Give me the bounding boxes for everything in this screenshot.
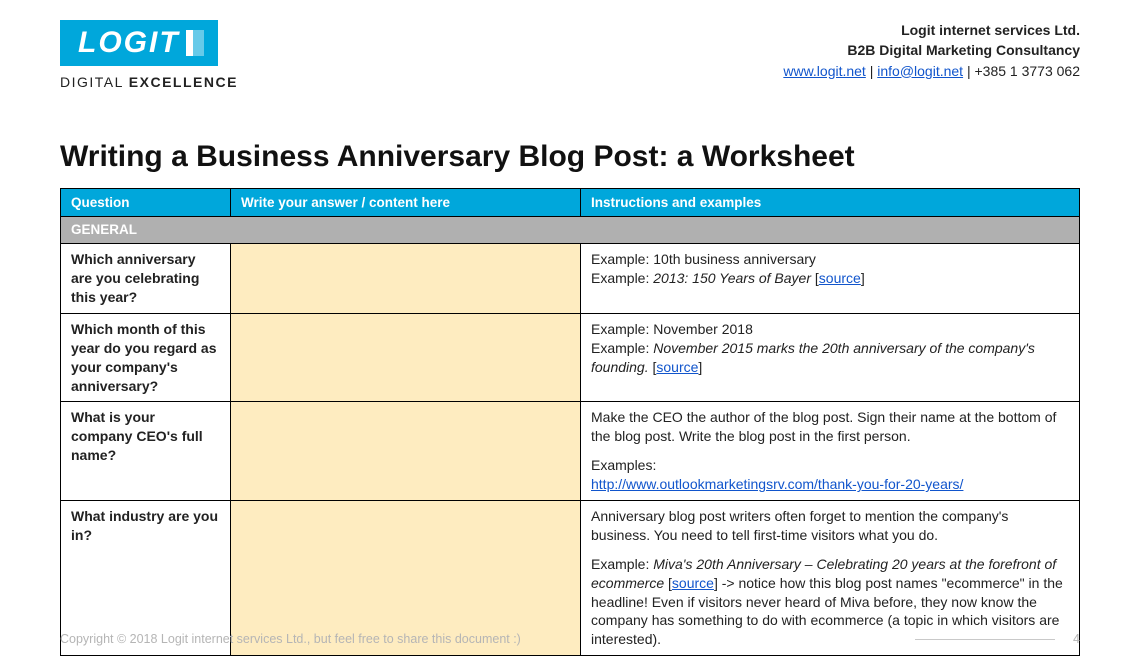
section-row-general: GENERAL [61,217,1080,244]
page-title: Writing a Business Anniversary Blog Post… [60,140,1080,174]
section-label: GENERAL [61,217,1080,244]
source-link[interactable]: source [672,575,714,591]
company-site-link[interactable]: www.logit.net [783,63,865,79]
instruction-line: Example: 2013: 150 Years of Bayer [sourc… [591,269,1069,288]
instructions-cell: Example: 10th business anniversary Examp… [581,244,1080,314]
company-email-link[interactable]: info@logit.net [877,63,963,79]
answer-cell[interactable] [231,244,581,314]
instruction-line: Make the CEO the author of the blog post… [591,408,1069,446]
col-header-answer: Write your answer / content here [231,189,581,217]
table-header-row: Question Write your answer / content her… [61,189,1080,217]
col-header-question: Question [61,189,231,217]
instructions-cell: Make the CEO the author of the blog post… [581,402,1080,501]
footer: Copyright © 2018 Logit internet services… [60,632,1080,646]
company-desc: B2B Digital Marketing Consultancy [783,40,1080,60]
instruction-line: http://www.outlookmarketingsrv.com/thank… [591,475,1069,494]
document-page: LOGIT DIGITAL EXCELLENCE Logit internet … [0,0,1140,664]
col-header-instructions: Instructions and examples [581,189,1080,217]
spacer [591,446,1069,456]
logo-tagline: DIGITAL EXCELLENCE [60,74,238,90]
company-info: Logit internet services Ltd. B2B Digital… [783,20,1080,81]
copyright-text: Copyright © 2018 Logit internet services… [60,632,521,646]
logo: LOGIT [60,20,218,66]
company-phone: +385 1 3773 062 [975,63,1081,79]
logo-block: LOGIT DIGITAL EXCELLENCE [60,20,238,90]
question-cell: Which anniversary are you celebrating th… [61,244,231,314]
question-cell: What is your company CEO's full name? [61,402,231,501]
logo-bar-icon [186,30,204,56]
tagline-bold: EXCELLENCE [129,74,238,90]
tagline-thin: DIGITAL [60,74,129,90]
instruction-line: Anniversary blog post writers often forg… [591,507,1069,545]
logo-word: LOGIT [78,26,180,60]
instructions-cell: Example: November 2018 Example: November… [581,313,1080,402]
table-row: What is your company CEO's full name? Ma… [61,402,1080,501]
worksheet-table: Question Write your answer / content her… [60,188,1080,656]
examples-label: Examples: [591,456,1069,475]
answer-cell[interactable] [231,402,581,501]
example-link[interactable]: http://www.outlookmarketingsrv.com/thank… [591,476,963,492]
table-row: Which month of this year do you regard a… [61,313,1080,402]
footer-rule [915,639,1055,640]
company-name: Logit internet services Ltd. [783,20,1080,40]
header: LOGIT DIGITAL EXCELLENCE Logit internet … [60,20,1080,90]
spacer [591,545,1069,555]
separator: | [963,63,974,79]
answer-cell[interactable] [231,313,581,402]
page-number: 4 [1073,632,1080,646]
source-link[interactable]: source [656,359,698,375]
footer-right: 4 [915,632,1080,646]
question-cell: Which month of this year do you regard a… [61,313,231,402]
source-link[interactable]: source [819,270,861,286]
company-contact-line: www.logit.net | info@logit.net | +385 1 … [783,61,1080,81]
separator: | [866,63,877,79]
instruction-line: Example: November 2018 [591,320,1069,339]
table-row: Which anniversary are you celebrating th… [61,244,1080,314]
instruction-line: Example: November 2015 marks the 20th an… [591,339,1069,377]
instruction-line: Example: 10th business anniversary [591,250,1069,269]
